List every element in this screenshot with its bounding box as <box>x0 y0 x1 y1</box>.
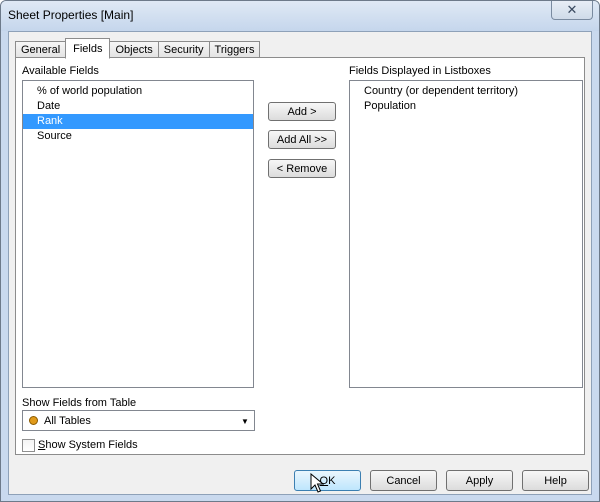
sheet-properties-dialog: Sheet Properties [Main] ✕ General Fields… <box>0 0 600 502</box>
displayed-fields-label: Fields Displayed in Listboxes <box>349 65 491 77</box>
tab-fields[interactable]: Fields <box>65 38 111 59</box>
tab-strip: General Fields Objects Security Triggers <box>15 38 261 59</box>
show-system-fields-label[interactable]: Show System Fields <box>38 439 138 451</box>
table-filter-value: All Tables <box>44 414 91 427</box>
help-button[interactable]: Help <box>522 470 589 491</box>
label-text: how System Fields <box>45 439 138 451</box>
list-item[interactable]: % of world population <box>23 84 253 99</box>
available-fields-list[interactable]: % of world population Date Rank Source <box>22 80 254 388</box>
displayed-fields-list[interactable]: Country (or dependent territory) Populat… <box>349 80 583 388</box>
cancel-button[interactable]: Cancel <box>370 470 437 491</box>
list-item[interactable]: Population <box>350 99 582 114</box>
tab-objects[interactable]: Objects <box>109 41 159 58</box>
button-text: K <box>328 474 336 487</box>
show-fields-from-table-label: Show Fields from Table <box>22 397 137 409</box>
table-filter-dropdown[interactable]: All Tables ▼ <box>22 410 255 431</box>
apply-button[interactable]: Apply <box>446 470 513 491</box>
table-dot-icon <box>29 416 38 425</box>
close-button[interactable]: ✕ <box>551 1 593 20</box>
list-item[interactable]: Country (or dependent territory) <box>350 84 582 99</box>
show-system-fields-checkbox[interactable] <box>22 439 35 452</box>
fields-tab-panel: Available Fields % of world population D… <box>15 57 585 455</box>
window-title: Sheet Properties [Main] <box>8 8 134 22</box>
list-item[interactable]: Date <box>23 99 253 114</box>
add-button[interactable]: Add > <box>268 102 336 121</box>
remove-button[interactable]: < Remove <box>268 159 336 178</box>
tab-security[interactable]: Security <box>157 41 210 58</box>
dialog-client-area: General Fields Objects Security Triggers… <box>8 31 592 495</box>
tab-general[interactable]: General <box>15 41 67 58</box>
title-bar: Sheet Properties [Main] ✕ <box>1 1 599 31</box>
ok-button[interactable]: OK <box>294 470 361 491</box>
list-item-selected[interactable]: Rank <box>23 114 253 129</box>
close-icon: ✕ <box>566 2 578 17</box>
list-item[interactable]: Source <box>23 129 253 144</box>
chevron-down-icon[interactable]: ▼ <box>239 414 251 428</box>
available-fields-label: Available Fields <box>22 65 99 77</box>
mouse-cursor-icon <box>310 473 324 493</box>
add-all-button[interactable]: Add All >> <box>268 130 336 149</box>
tab-triggers[interactable]: Triggers <box>208 41 261 58</box>
